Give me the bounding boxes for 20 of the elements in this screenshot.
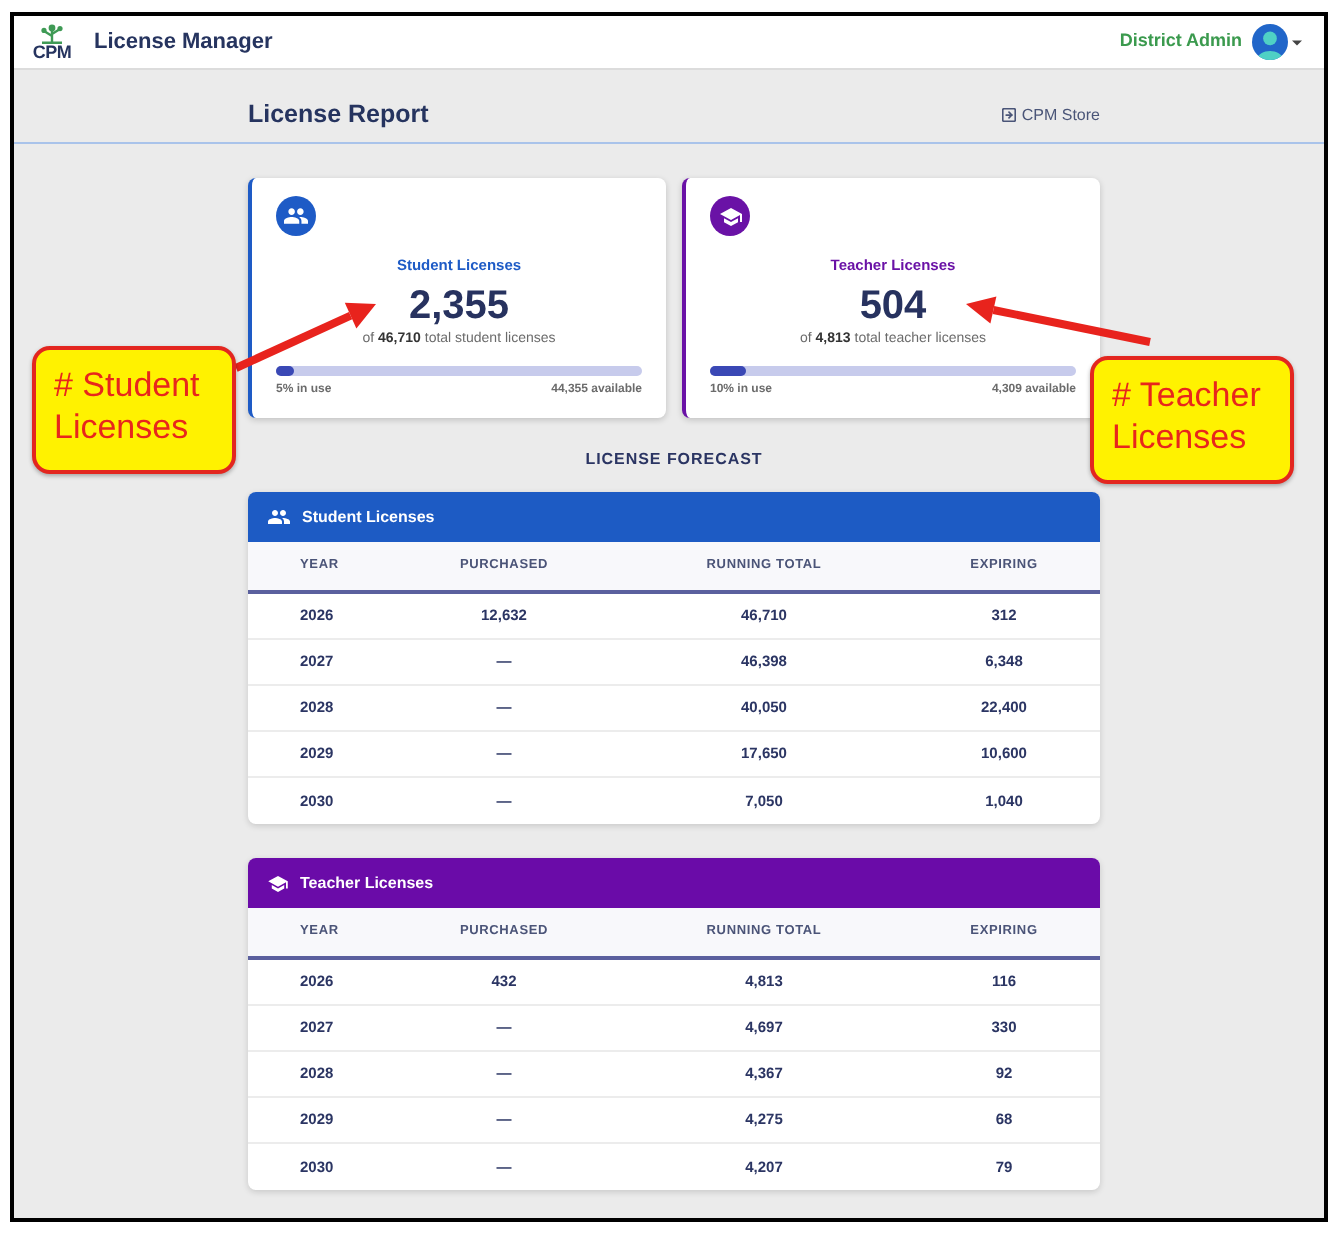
- annotation-callout: # Teacher Licenses: [1090, 356, 1294, 484]
- people-icon: [268, 510, 290, 524]
- user-name: District Admin: [1119, 28, 1242, 55]
- license-count: 504: [859, 284, 927, 328]
- graduation-cap-icon: [268, 875, 288, 891]
- avatar-icon: [1252, 24, 1288, 60]
- app-title: License Manager: [94, 27, 273, 58]
- caret-icon: [1292, 39, 1302, 45]
- table-title: Teacher Licenses: [300, 871, 434, 895]
- page-title: License Report: [248, 98, 429, 133]
- square-arrow-icon: [1001, 108, 1016, 122]
- account-menu-button[interactable]: [1252, 24, 1302, 60]
- pointer-arrow: [234, 302, 376, 372]
- cpm-store-link[interactable]: CPM Store: [1001, 103, 1100, 127]
- logo-text: CPM: [32, 43, 72, 61]
- table-title: Student Licenses: [302, 505, 435, 529]
- license-count: 2,355: [408, 284, 510, 328]
- forecast-heading: LICENSE FORECAST: [585, 450, 763, 470]
- annotation-callout: # Student Licenses: [32, 346, 236, 474]
- tree-logo-icon: [38, 23, 66, 43]
